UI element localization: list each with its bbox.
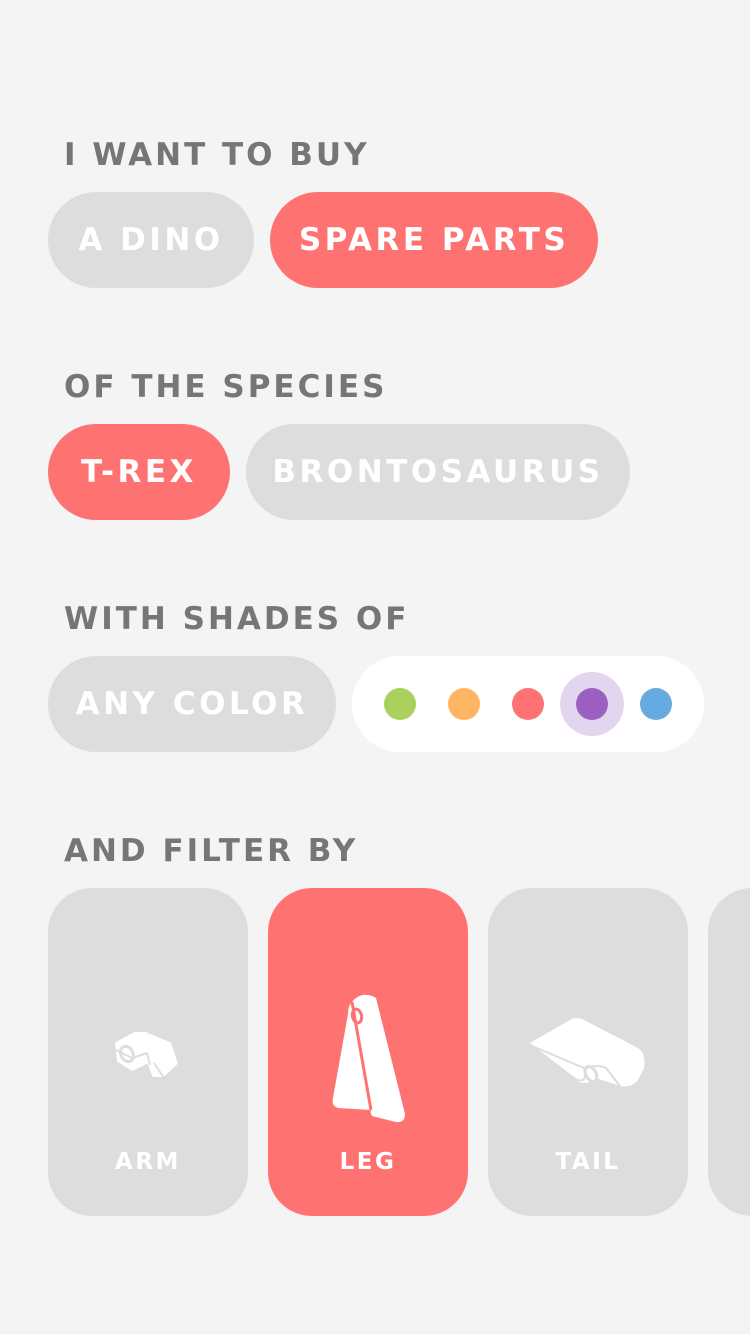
swatch-orange[interactable] — [432, 672, 496, 736]
blue-swatch-dot — [640, 688, 672, 720]
part-card-tail[interactable]: TAIL — [488, 888, 688, 1216]
buy-option-dino[interactable]: A DINO — [48, 192, 254, 288]
part-card-leg[interactable]: LEG — [268, 888, 468, 1216]
part-card-arm[interactable]: ARM — [48, 888, 248, 1216]
species-option-brontosaurus[interactable]: BRONTOSAURUS — [246, 424, 630, 520]
species-section-label: OF THE SPECIES — [64, 369, 388, 405]
part-card-leg-label: LEG — [339, 1149, 397, 1175]
swatch-green[interactable] — [368, 672, 432, 736]
tail-part-icon — [530, 1018, 645, 1087]
color-swatch-picker — [352, 656, 704, 752]
shades-section-label: WITH SHADES OF — [64, 601, 410, 637]
any-color-button[interactable]: ANY COLOR — [48, 656, 336, 752]
purple-swatch-dot — [576, 688, 608, 720]
filter-screen: I WANT TO BUY A DINO SPARE PARTS OF THE … — [0, 0, 750, 1334]
green-swatch-dot — [384, 688, 416, 720]
orange-swatch-dot — [448, 688, 480, 720]
swatch-blue[interactable] — [624, 672, 688, 736]
part-card-arm-label: ARM — [115, 1149, 181, 1175]
arm-part-icon — [113, 1030, 180, 1079]
red-swatch-dot — [512, 688, 544, 720]
buy-section-label: I WANT TO BUY — [64, 137, 370, 173]
swatch-purple[interactable] — [560, 672, 624, 736]
species-option-trex[interactable]: T-REX — [48, 424, 230, 520]
leg-part-icon — [332, 994, 405, 1123]
buy-option-spare-parts[interactable]: SPARE PARTS — [270, 192, 598, 288]
swatch-red[interactable] — [496, 672, 560, 736]
part-card-next-partial[interactable] — [708, 888, 750, 1216]
part-card-tail-label: TAIL — [555, 1149, 621, 1175]
filter-section-label: AND FILTER BY — [64, 833, 359, 869]
